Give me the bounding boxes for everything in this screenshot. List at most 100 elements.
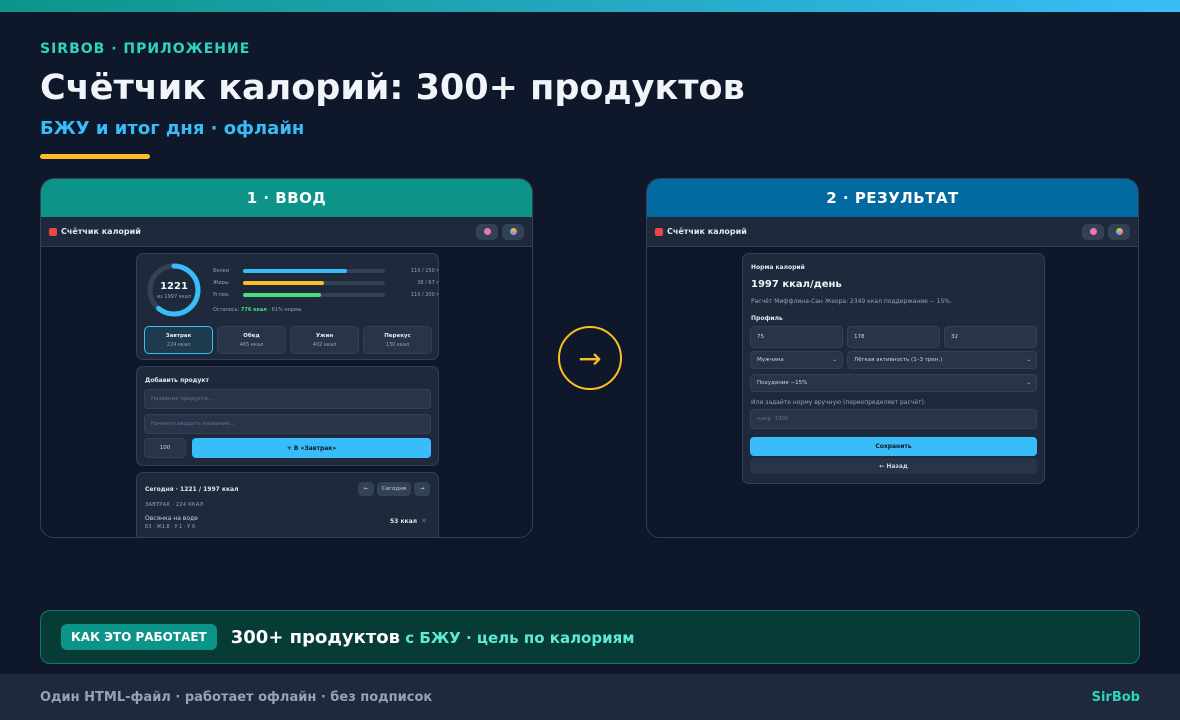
- product-search-input[interactable]: Начните вводить название…: [144, 414, 431, 434]
- back-button[interactable]: ← Назад: [750, 458, 1037, 474]
- add-to-meal-button[interactable]: + В «Завтрак»: [192, 438, 431, 458]
- add-product-card: Добавить продукт Название продукта… Начн…: [136, 366, 439, 466]
- macro-track: [243, 281, 385, 285]
- macro-track: [243, 269, 385, 273]
- page-subtitle: БЖУ и итог дня · офлайн: [40, 118, 305, 139]
- theme-button[interactable]: [1082, 223, 1104, 240]
- meal-tab-kcal: 402 ккал: [312, 341, 337, 348]
- meal-tab-3[interactable]: Перекус 130 ккал: [363, 326, 432, 354]
- norm-value: 1997 ккал/день: [751, 279, 842, 290]
- meal-tab-0[interactable]: Завтрак 224 ккал: [144, 326, 213, 354]
- height-input[interactable]: 178: [847, 326, 940, 348]
- sex-select[interactable]: Мужчина ⌄: [750, 351, 843, 369]
- manual-norm-input[interactable]: напр. 1900: [750, 409, 1037, 429]
- norm-label: Норма калорий: [751, 264, 805, 271]
- today-button[interactable]: Сегодня: [377, 482, 411, 496]
- app-bar: Счётчик калорий: [41, 217, 532, 247]
- calorie-norm-card: Норма калорий 1997 ккал/день Расчёт Мифф…: [742, 253, 1045, 484]
- meal-tab-kcal: 224 ккал: [166, 341, 191, 348]
- remaining-value: 776 ккал: [240, 307, 267, 313]
- accent-underline: [40, 154, 150, 159]
- theme-button[interactable]: [476, 223, 498, 240]
- palette-button[interactable]: [1108, 223, 1130, 240]
- activity-select-value: Лёгкая активность (1–3 трен.): [854, 357, 943, 363]
- manual-norm-label: Или задайте норму вручную (переопределяе…: [751, 399, 926, 406]
- how-it-works-text: 300+ продуктов с БЖУ · цель по калориям: [231, 627, 635, 648]
- footer-text: Один HTML-файл · работает офлайн · без п…: [40, 689, 433, 705]
- goal-select[interactable]: Похудение −15% ⌄: [750, 374, 1037, 392]
- macro-row: Белки 110 / 150 г: [213, 268, 439, 274]
- palette-icon: [1115, 228, 1123, 235]
- palette-icon: [509, 228, 517, 235]
- how-rest: с БЖУ · цель по калориям: [400, 628, 635, 647]
- macro-label: Белки: [213, 268, 229, 274]
- result-panel: 2 · РЕЗУЛЬТАТ Счётчик калорий Норма кало…: [646, 178, 1139, 538]
- how-it-works-badge: КАК ЭТО РАБОТАЕТ: [61, 624, 217, 650]
- macro-row: Жиры 38 / 67 г: [213, 280, 439, 286]
- next-day-button[interactable]: →: [414, 482, 430, 496]
- how-it-works-banner: КАК ЭТО РАБОТАЕТ 300+ продуктов с БЖУ · …: [40, 610, 1140, 664]
- macro-value: 110 / 150 г: [410, 268, 439, 274]
- how-strong: 300+ продуктов: [230, 626, 401, 648]
- chevron-down-icon: ⌄: [1026, 357, 1031, 363]
- meal-tab-name: Обед: [243, 332, 260, 339]
- chevron-down-icon: ⌄: [1026, 380, 1031, 386]
- brand-label: SIRBOB · ПРИЛОЖЕНИЕ: [40, 41, 251, 57]
- remaining-text: Осталось: 776 ккал · 61% нормы: [213, 307, 302, 313]
- macro-row: Углев. 110 / 200 г: [213, 292, 439, 298]
- meal-tab-2[interactable]: Ужин 402 ккал: [290, 326, 359, 354]
- add-product-title: Добавить продукт: [145, 377, 209, 384]
- meal-tab-kcal: 465 ккал: [239, 341, 264, 348]
- meal-tab-1[interactable]: Обед 465 ккал: [217, 326, 286, 354]
- age-input[interactable]: 32: [944, 326, 1037, 348]
- footer-logo: SirBob: [1091, 689, 1140, 705]
- macro-fill: [243, 269, 347, 273]
- product-name-input[interactable]: Название продукта…: [144, 389, 431, 409]
- meal-tab-name: Перекус: [384, 332, 411, 339]
- input-panel-heading: 1 · ВВОД: [41, 179, 532, 217]
- grams-input[interactable]: 100: [144, 438, 186, 458]
- daily-summary-card: 1221 из 1997 ккал Белки 110 / 150 г Жиры 38…: [136, 253, 439, 360]
- macro-label: Жиры: [213, 280, 229, 286]
- flow-arrow-icon: →: [558, 326, 622, 390]
- macro-value: 110 / 200 г: [410, 292, 439, 298]
- calorie-ring-value: 1221: [160, 281, 188, 292]
- sex-select-value: Мужчина: [757, 357, 784, 363]
- app-bar: Счётчик калорий: [647, 217, 1138, 247]
- meal-tab-name: Ужин: [315, 332, 334, 339]
- app-body: 1221 из 1997 ккал Белки 110 / 150 г Жиры 38…: [41, 247, 532, 537]
- macro-label: Углев.: [213, 292, 230, 298]
- app-title: Счётчик калорий: [61, 227, 141, 236]
- profile-label: Профиль: [751, 315, 783, 322]
- save-button[interactable]: Сохранить: [750, 437, 1037, 456]
- food-item-name: Овсянка на воде: [145, 515, 198, 522]
- activity-select[interactable]: Лёгкая активность (1–3 трен.) ⌄: [847, 351, 1037, 369]
- app-body: Норма калорий 1997 ккал/день Расчёт Мифф…: [647, 247, 1138, 537]
- today-log-card: Сегодня · 1221 / 1997 ккал ← Сегодня → З…: [136, 472, 439, 537]
- today-title: Сегодня · 1221 / 1997 ккал: [145, 486, 239, 493]
- top-gradient-bar: [0, 0, 1180, 12]
- weight-input[interactable]: 75: [750, 326, 843, 348]
- macro-track: [243, 293, 385, 297]
- formula-text: Расчёт Миффлина-Сан Жеора: 2349 ккал под…: [751, 298, 952, 305]
- macro-fill: [243, 293, 322, 297]
- footer: Один HTML-файл · работает офлайн · без п…: [0, 674, 1180, 720]
- result-panel-heading: 2 · РЕЗУЛЬТАТ: [647, 179, 1138, 217]
- meal-section-header: ЗАВТРАК · 224 ККАЛ: [145, 502, 204, 508]
- remaining-suffix: · 61% нормы: [266, 307, 302, 313]
- apple-icon: [655, 227, 663, 236]
- apple-icon: [49, 227, 57, 236]
- palette-button[interactable]: [502, 223, 524, 240]
- chevron-down-icon: ⌄: [832, 357, 837, 363]
- theme-icon: [483, 228, 491, 235]
- remove-item-icon[interactable]: ✕: [421, 517, 427, 525]
- food-item-kcal: 53 ккал: [390, 518, 418, 525]
- goal-select-value: Похудение −15%: [757, 380, 808, 386]
- input-panel: 1 · ВВОД Счётчик калорий 1221 из 1997 кк…: [40, 178, 533, 538]
- prev-day-button[interactable]: ←: [358, 482, 374, 496]
- food-item-macros: Б3 · Ж1.8 · У 1 · У 9: [145, 524, 195, 530]
- macro-fill: [243, 281, 324, 285]
- calorie-ring-sub: из 1997 ккал: [156, 294, 192, 300]
- page-title: Счётчик калорий: 300+ продуктов: [40, 68, 745, 108]
- theme-icon: [1089, 228, 1097, 235]
